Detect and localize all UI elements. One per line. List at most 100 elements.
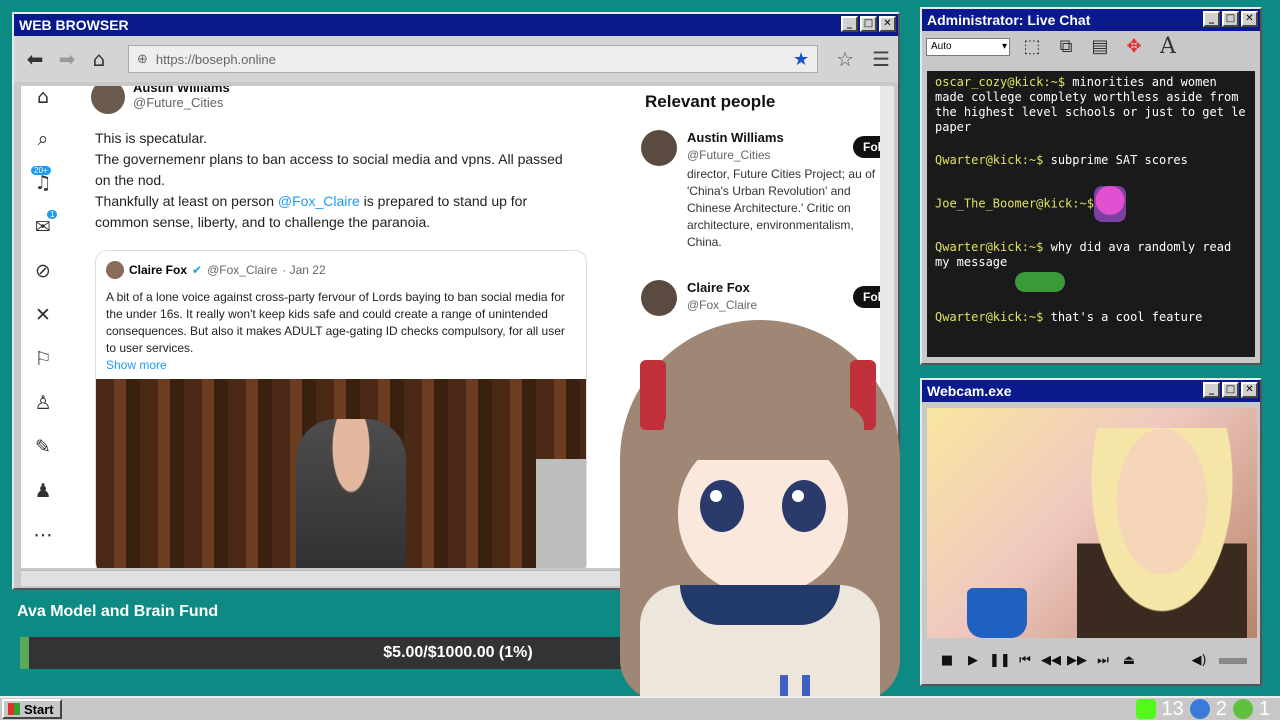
minimize-button[interactable]: _: [841, 16, 858, 32]
author-handle[interactable]: @Future_Cities: [133, 95, 230, 110]
forward-arrow-icon[interactable]: ➡: [54, 46, 80, 72]
paste-icon[interactable]: ▤: [1088, 35, 1112, 59]
skip-back-icon[interactable]: ⏮: [1015, 651, 1035, 671]
compose-icon[interactable]: ✎: [31, 436, 55, 460]
tweet-line: Thankfully at least on person @Fox_Clair…: [95, 191, 565, 233]
home-icon[interactable]: ⌂: [31, 86, 55, 110]
maximize-button[interactable]: □: [1222, 382, 1239, 398]
rumble-icon[interactable]: [1232, 699, 1253, 719]
move-icon[interactable]: ✥: [1122, 35, 1146, 59]
webcam-character: [1077, 428, 1247, 638]
person-name[interactable]: Austin Williams: [687, 130, 784, 145]
minimize-button[interactable]: _: [1203, 382, 1220, 398]
fund-progress-text: $5.00/$1000.00 (1%): [383, 644, 533, 661]
fast-forward-icon[interactable]: ▶▶: [1067, 651, 1087, 671]
bookmark-icon[interactable]: ⚐: [31, 348, 55, 372]
person-handle: @Fox_Claire: [687, 298, 758, 312]
jobs-icon[interactable]: ♙: [31, 392, 55, 416]
selection-icon[interactable]: ⬚: [1020, 35, 1044, 59]
author-name[interactable]: Austin Williams: [133, 86, 230, 95]
x-logo-icon[interactable]: ✕: [31, 304, 55, 328]
quote-author-name[interactable]: Claire Fox: [129, 263, 187, 277]
windows-logo-icon: [8, 703, 20, 715]
close-button[interactable]: ✕: [1241, 11, 1258, 27]
avatar[interactable]: [641, 280, 677, 316]
chat-toolbar: Auto ⬚ ⧉ ▤ ✥ A: [922, 31, 1260, 63]
avatar-collar: [680, 585, 840, 625]
horizontal-scrollbar[interactable]: [21, 570, 621, 586]
stop-icon[interactable]: ■: [937, 651, 957, 671]
quote-text: A bit of a lone voice against cross-part…: [106, 290, 565, 355]
close-button[interactable]: ✕: [1241, 382, 1258, 398]
grok-icon[interactable]: ⊘: [31, 260, 55, 284]
font-icon[interactable]: A: [1156, 35, 1180, 59]
avatar[interactable]: [106, 261, 124, 279]
start-button[interactable]: Start: [2, 699, 62, 719]
tweet-body: This is specatular. The governemenr plan…: [95, 128, 565, 233]
quote-tweet[interactable]: Claire Fox ✔ @Fox_Claire · Jan 22 A bit …: [95, 250, 587, 568]
url-text[interactable]: https://boseph.online: [156, 52, 785, 67]
media-controls: ■ ▶ ❚❚ ⏮ ◀◀ ▶▶ ⏭ ⏏ ◀): [927, 642, 1257, 680]
minimize-button[interactable]: _: [1203, 11, 1220, 27]
webcam-titlebar[interactable]: Webcam.exe _ □ ✕: [922, 380, 1260, 402]
chat-user: Qwarter@kick:~$: [935, 240, 1044, 254]
font-select[interactable]: Auto: [926, 38, 1010, 56]
avatar[interactable]: [91, 86, 125, 114]
chat-titlebar[interactable]: Administrator: Live Chat _ □ ✕: [922, 9, 1260, 31]
chat-message: Qwarter@kick:~$ why did ava randomly rea…: [935, 240, 1247, 292]
search-icon[interactable]: ⌕: [31, 128, 55, 152]
pause-icon[interactable]: ❚❚: [989, 651, 1011, 671]
system-tray: 13 2 1: [1135, 698, 1270, 720]
copy-icon[interactable]: ⧉: [1054, 35, 1078, 59]
quote-author-handle: @Fox_Claire: [207, 263, 278, 277]
twitter-icon[interactable]: [1189, 699, 1210, 719]
chat-message: Joe_The_Boomer@kick:~$: [935, 186, 1247, 222]
browser-navbar: ⬅ ➡ ⌂ ⊕ https://boseph.online ★ ☆ ☰: [14, 36, 898, 82]
mention-link[interactable]: @Fox_Claire: [278, 193, 360, 209]
tweet-author[interactable]: Austin Williams @Future_Cities: [91, 86, 230, 114]
maximize-button[interactable]: □: [1222, 11, 1239, 27]
person-bio: director, Future Cities Project; au of '…: [687, 167, 876, 249]
globe-icon: ⊕: [137, 51, 148, 67]
back-arrow-icon[interactable]: ⬅: [22, 46, 48, 72]
quote-header: Claire Fox ✔ @Fox_Claire · Jan 22: [106, 261, 326, 279]
skip-forward-icon[interactable]: ⏭: [1093, 651, 1113, 671]
chat-text: that's a cool feature: [1043, 310, 1203, 324]
pepe-emote-icon: [1015, 272, 1065, 292]
chat-emote-icon: [1093, 186, 1126, 222]
profile-icon[interactable]: ♟: [31, 480, 55, 504]
tweet-photo[interactable]: [96, 379, 586, 568]
show-more-link[interactable]: Show more: [106, 358, 167, 372]
webcam-title: Webcam.exe: [927, 383, 1012, 399]
bookmark-star-icon[interactable]: ★: [793, 49, 809, 70]
close-button[interactable]: ✕: [879, 16, 896, 32]
taskbar: Start 13 2 1: [0, 696, 1280, 720]
chat-user: Joe_The_Boomer@kick:~$: [935, 196, 1094, 211]
vertical-scrollbar[interactable]: [880, 86, 894, 568]
chat-message: Qwarter@kick:~$ that's a cool feature: [935, 310, 1247, 325]
volume-icon[interactable]: ◀): [1189, 651, 1209, 671]
browser-titlebar[interactable]: WEB BROWSER _ □ ✕: [14, 14, 898, 36]
eject-icon[interactable]: ⏏: [1119, 651, 1139, 671]
notifications-badge: 20+: [31, 166, 51, 175]
more-icon[interactable]: ⋯: [31, 524, 55, 548]
volume-slider[interactable]: [1219, 658, 1247, 664]
rewind-icon[interactable]: ◀◀: [1041, 651, 1061, 671]
hamburger-menu-icon[interactable]: ☰: [872, 47, 890, 71]
chat-title: Administrator: Live Chat: [927, 12, 1091, 28]
maximize-button[interactable]: □: [860, 16, 877, 32]
address-bar[interactable]: ⊕ https://boseph.online ★: [128, 45, 819, 73]
messages-envelope-icon[interactable]: ✉: [31, 216, 55, 240]
fund-title: Ava Model and Brain Fund: [17, 603, 219, 620]
relevant-people-title: Relevant people: [645, 92, 776, 111]
person-name[interactable]: Claire Fox: [687, 280, 750, 295]
avatar[interactable]: [641, 130, 677, 166]
home-icon[interactable]: ⌂: [86, 46, 112, 72]
photo-side-panel: [536, 459, 586, 568]
favorites-star-icon[interactable]: ☆: [836, 47, 854, 71]
play-icon[interactable]: ▶: [963, 651, 983, 671]
chat-message: oscar_cozy@kick:~$ minorities and women …: [935, 75, 1247, 135]
kick-icon[interactable]: [1135, 699, 1156, 719]
chat-log[interactable]: oscar_cozy@kick:~$ minorities and women …: [927, 71, 1255, 357]
notifications-bell-icon[interactable]: ♫: [31, 172, 55, 196]
